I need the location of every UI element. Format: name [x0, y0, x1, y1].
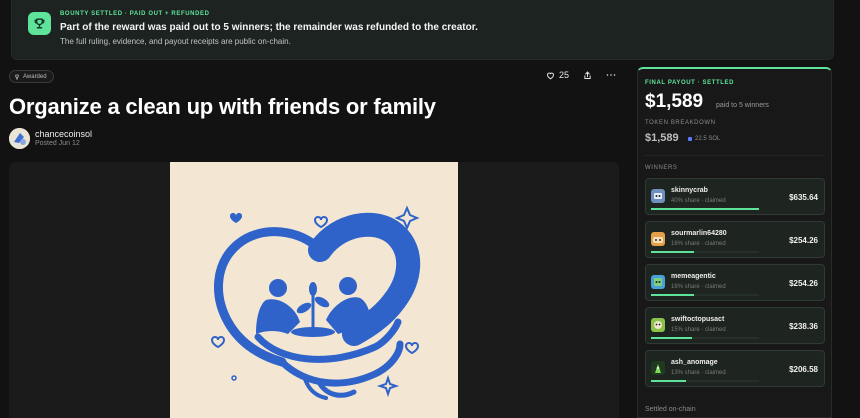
banner-subtitle: The full ruling, evidence, and payout re… [60, 37, 291, 46]
winner-avatar [651, 189, 665, 203]
divider [645, 155, 825, 156]
winner-name: ash_anomage [671, 359, 718, 366]
banner-title: Part of the reward was paid out to 5 win… [60, 22, 478, 33]
winner-row[interactable]: skinnycrab 40% share · claimed $635.64 [645, 178, 825, 215]
cleanup-illustration [170, 162, 458, 418]
winner-share-fill [651, 380, 687, 382]
payout-amount: $1,589 [645, 91, 704, 112]
winner-share: 16% share · claimed [671, 241, 726, 247]
winner-share-fill [651, 337, 692, 339]
winner-share-bar [651, 337, 759, 339]
token-breakdown-label: TOKEN BREAKDOWN [645, 120, 716, 126]
final-payout-panel: FINAL PAYOUT · SETTLED $1,589 paid to 5 … [637, 67, 832, 418]
trophy-small-icon [15, 74, 19, 79]
winner-amount: $635.64 [789, 193, 818, 202]
author-avatar[interactable] [9, 128, 30, 149]
winner-share-bar [651, 380, 759, 382]
winner-amount: $206.58 [789, 365, 818, 374]
post-media [9, 162, 619, 418]
trophy-icon [28, 12, 51, 35]
author-name[interactable]: chancecoinsol [35, 129, 92, 139]
winner-row[interactable]: ash_anomage 13% share · claimed $206.58 [645, 350, 825, 387]
winner-share: 40% share · claimed [671, 198, 726, 204]
winner-share-fill [651, 208, 759, 210]
payout-footer: Settled on-chain [645, 406, 696, 413]
winner-amount: $254.26 [789, 279, 818, 288]
winner-row[interactable]: sourmarlin64280 16% share · claimed $254… [645, 221, 825, 258]
winner-share-bar [651, 294, 759, 296]
winner-share-fill [651, 294, 695, 296]
post-actions: 25 [546, 70, 616, 80]
token-breakdown-sol-amount: 22.5 SOL [695, 136, 721, 142]
settlement-banner: BOUNTY SETTLED · PAID OUT + REFUNDED Par… [11, 0, 834, 60]
posted-date: Posted Jun 12 [35, 140, 80, 147]
winner-share: 15% share · claimed [671, 327, 726, 333]
winner-share-bar [651, 208, 759, 210]
winner-avatar [651, 361, 665, 375]
token-breakdown-sol: 22.5 SOL [688, 136, 720, 142]
sol-icon [688, 137, 692, 141]
winner-share: 13% share · claimed [671, 370, 726, 376]
winner-row[interactable]: memeagentic 16% share · claimed $254.26 [645, 264, 825, 301]
more-options-icon[interactable] [606, 73, 616, 77]
winner-avatar [651, 232, 665, 246]
payout-amount-subtitle: paid to 5 winners [716, 102, 769, 109]
winner-share-bar [651, 251, 759, 253]
payout-kicker: FINAL PAYOUT · SETTLED [645, 80, 735, 86]
winner-amount: $254.26 [789, 236, 818, 245]
winner-share-fill [651, 251, 695, 253]
winner-name: sourmarlin64280 [671, 230, 727, 237]
awarded-badge-label: Awarded [23, 73, 47, 80]
winner-name: swiftoctopusact [671, 316, 725, 323]
winner-amount: $238.36 [789, 322, 818, 331]
winner-name: memeagentic [671, 273, 716, 280]
token-breakdown-value: $1,589 [645, 132, 679, 144]
share-icon[interactable] [583, 70, 592, 80]
post-title: Organize a clean up with friends or fami… [9, 94, 436, 119]
winner-row[interactable]: swiftoctopusact 15% share · claimed $238… [645, 307, 825, 344]
winner-share: 16% share · claimed [671, 284, 726, 290]
winners-label: WINNERS [645, 165, 678, 171]
winner-avatar [651, 318, 665, 332]
heart-icon [547, 72, 554, 79]
winner-avatar [651, 275, 665, 289]
banner-kicker: BOUNTY SETTLED · PAID OUT + REFUNDED [60, 11, 210, 17]
awarded-badge: Awarded [9, 70, 54, 83]
like-count: 25 [559, 70, 570, 80]
post-image[interactable] [170, 162, 458, 418]
like-button[interactable]: 25 [546, 70, 569, 80]
winner-name: skinnycrab [671, 187, 708, 194]
